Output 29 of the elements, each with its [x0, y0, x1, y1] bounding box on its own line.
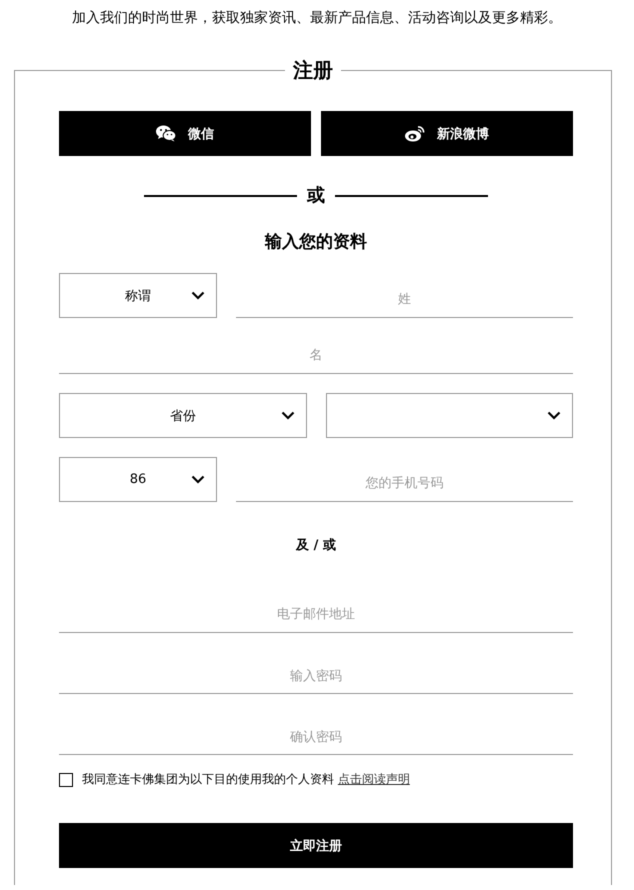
divider-text: 或	[307, 184, 325, 208]
input-field[interactable]: 名	[59, 337, 573, 374]
eye-icon	[405, 125, 425, 142]
input-field[interactable]: 输入密码	[59, 659, 573, 694]
dropdown-value: 86	[130, 472, 146, 487]
input-field[interactable]: 电子邮件地址	[59, 596, 573, 633]
dropdown-value: 省份	[170, 408, 196, 424]
input-field[interactable]: 您的手机号码	[236, 465, 573, 502]
input-field[interactable]: 姓	[236, 281, 573, 318]
weibo-button[interactable]: 新浪微博	[321, 111, 573, 156]
chevron-down-icon	[191, 291, 205, 300]
consent-text: 我同意连卡佛集团为以下目的使用我的个人资料 点击阅读声明	[82, 771, 410, 788]
register-button[interactable]: 立即注册	[59, 823, 573, 868]
dropdown[interactable]	[326, 393, 573, 438]
dropdown-value: 称谓	[125, 288, 151, 304]
dropdown[interactable]: 86	[59, 457, 217, 502]
checkbox[interactable]	[59, 772, 73, 786]
speech-bubbles-icon	[156, 125, 176, 142]
and-or-text: 及 / 或	[294, 537, 337, 554]
chevron-down-icon	[280, 411, 294, 420]
wechat-button[interactable]: 微信	[59, 111, 311, 156]
section-title: 输入您的资料	[264, 231, 368, 254]
intro-text: 加入我们的时尚世界，获取独家资讯、最新产品信息、活动咨询以及更多精彩。	[71, 9, 563, 28]
dropdown[interactable]: 称谓	[59, 273, 217, 318]
input-field[interactable]: 确认密码	[59, 720, 573, 755]
dropdown[interactable]: 省份	[59, 393, 306, 438]
chevron-down-icon	[547, 411, 561, 420]
chevron-down-icon	[191, 475, 205, 484]
statement-link[interactable]: 点击阅读声明	[338, 772, 410, 786]
